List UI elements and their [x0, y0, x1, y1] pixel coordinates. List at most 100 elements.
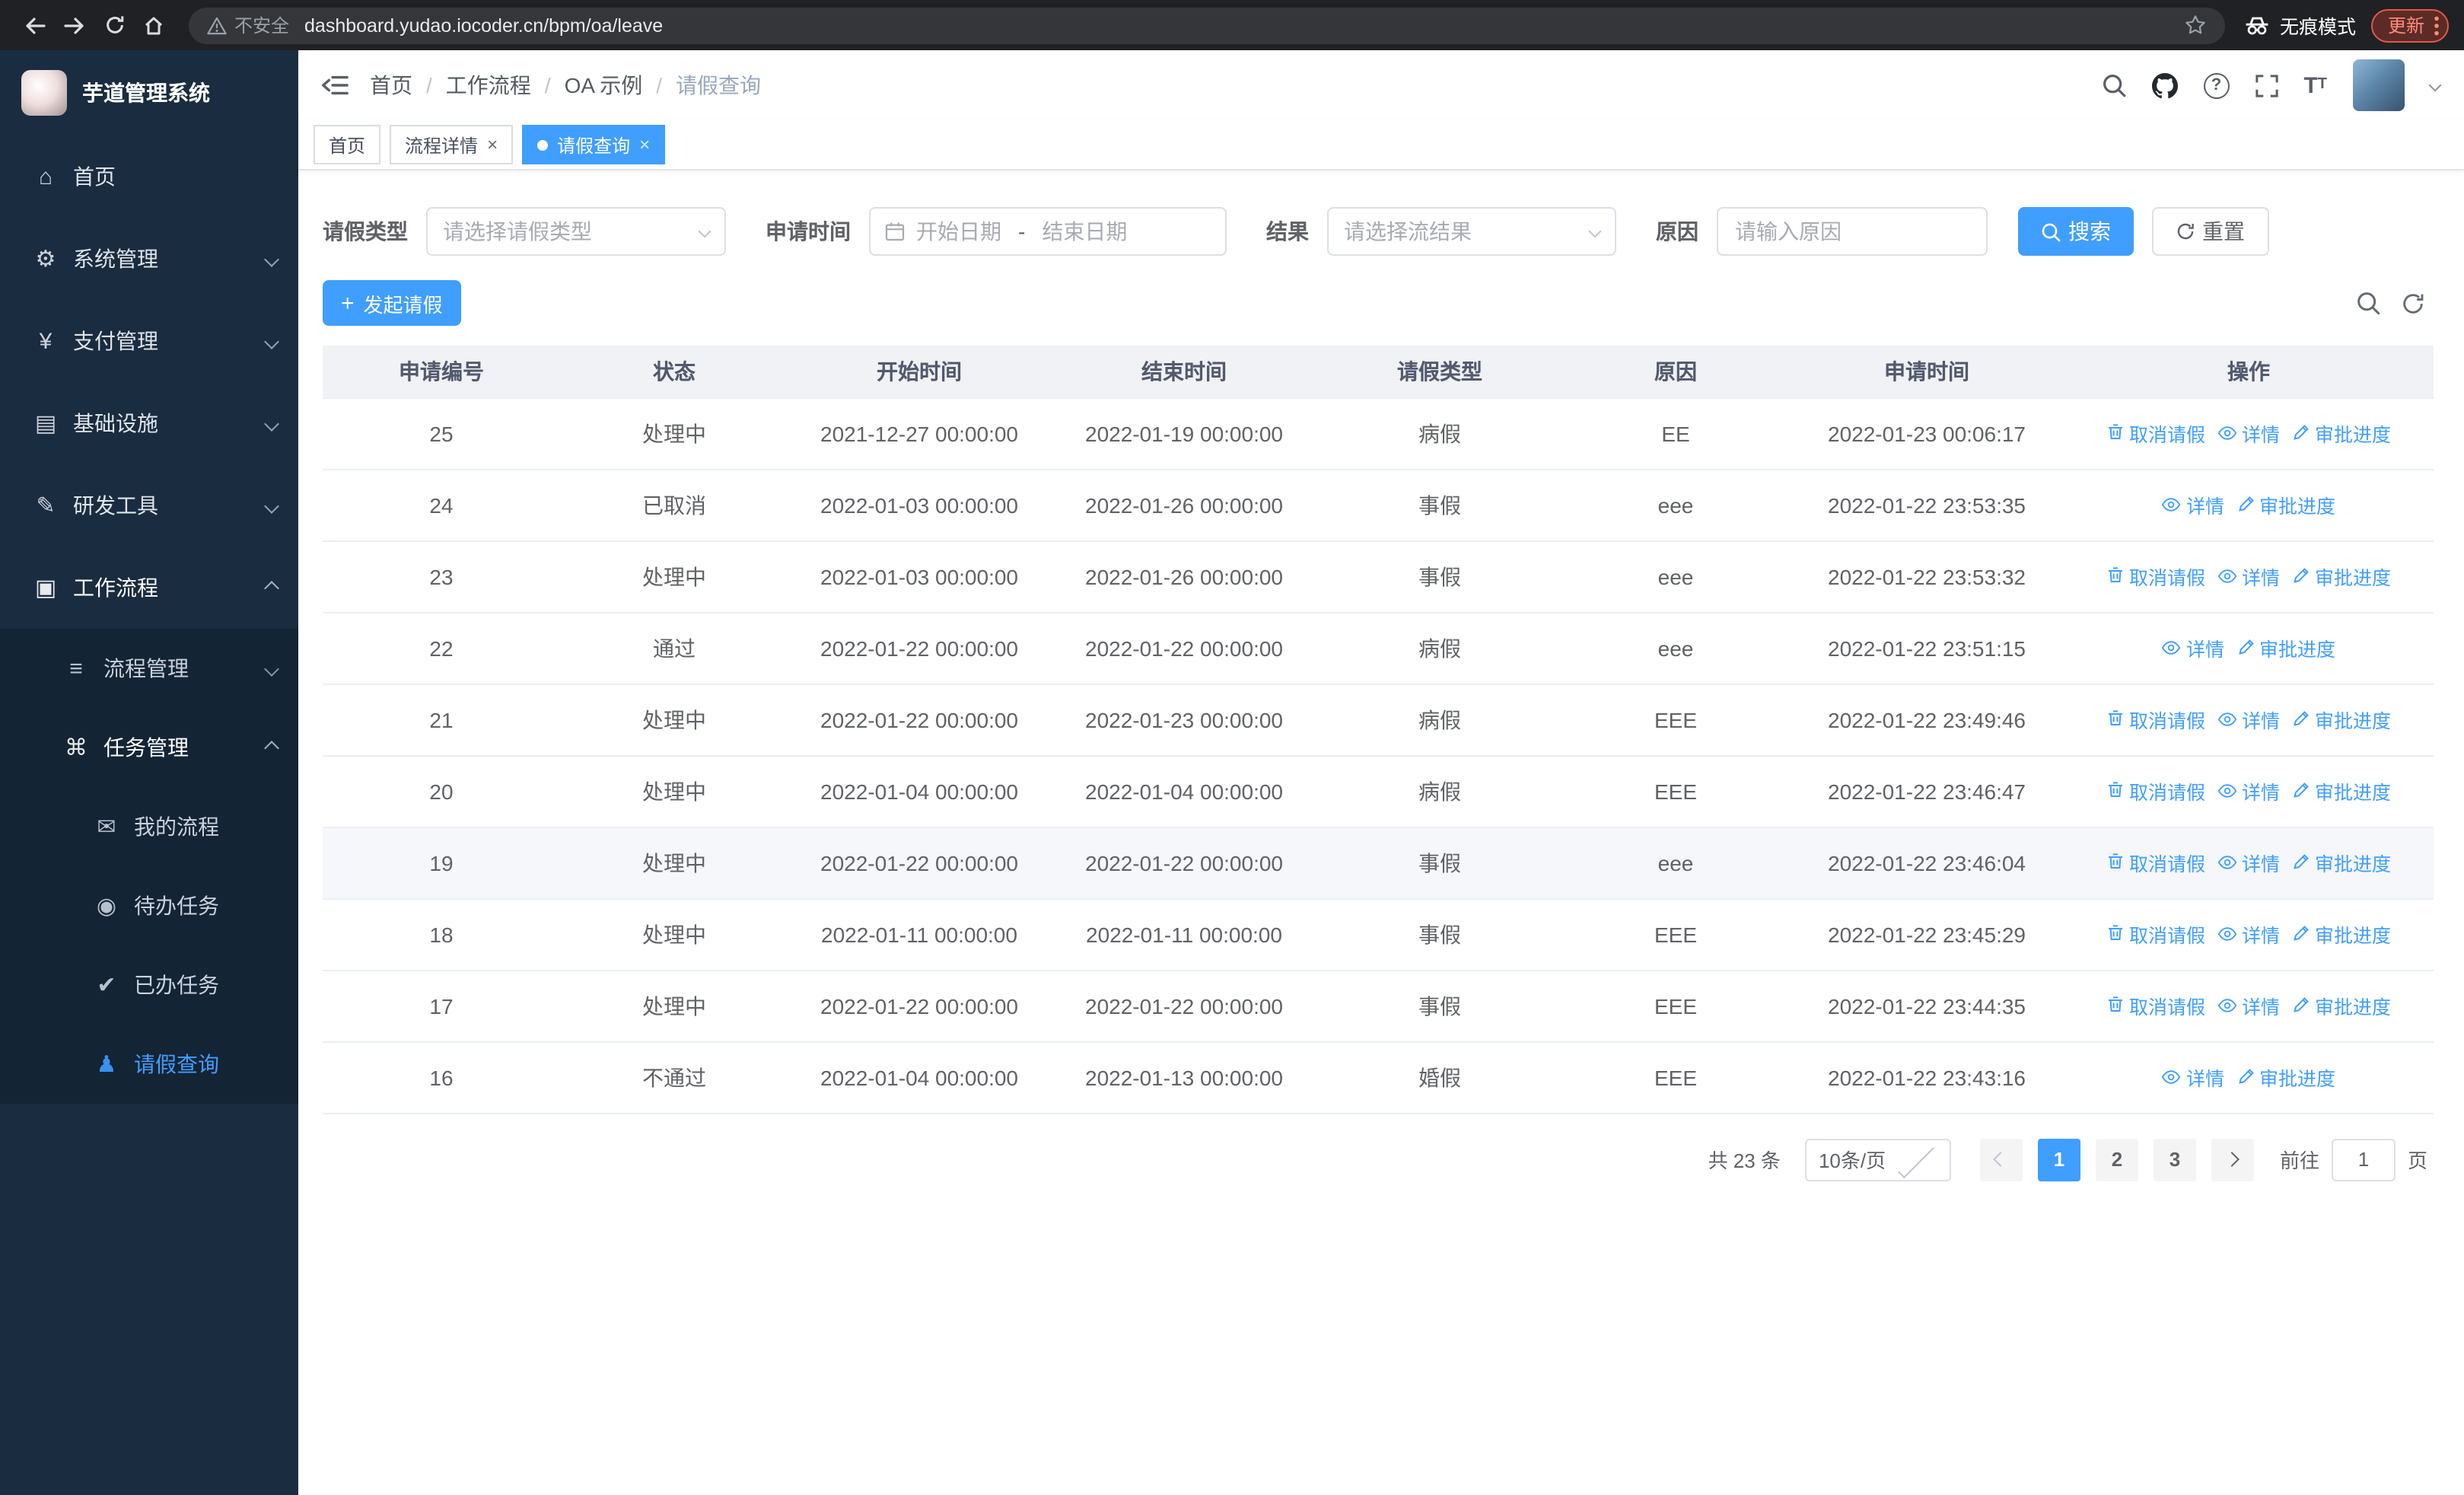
detail-link[interactable]: 详情 [2217, 992, 2280, 1021]
user-menu-caret-icon[interactable] [2428, 78, 2442, 92]
url-text[interactable]: dashboard.yudao.iocoder.cn/bpm/oa/leave [304, 14, 2184, 36]
sidebar-item-done-tasks[interactable]: ✔ 已办任务 [0, 945, 298, 1025]
sidebar-item-my-process[interactable]: ✉ 我的流程 [0, 787, 298, 866]
audit-progress-link[interactable]: 审批进度 [2292, 562, 2391, 591]
audit-progress-link[interactable]: 审批进度 [2292, 776, 2391, 805]
cancel-leave-link[interactable]: 取消请假 [2106, 991, 2205, 1020]
detail-link-label: 详情 [2241, 568, 2280, 590]
breadcrumb-item[interactable]: 首页 [370, 70, 412, 100]
detail-link[interactable]: 详情 [2217, 849, 2280, 878]
cell-actions: 详情 审批进度 [2064, 1041, 2434, 1114]
filter-form: 请假类型 请选择请假类型 申请时间 开始日期 - 结束日期 结果 请选择流结果 … [323, 207, 2434, 256]
detail-link-label: 详情 [2185, 639, 2224, 661]
cell-status: 通过 [560, 612, 788, 684]
sidebar-item-todo-tasks[interactable]: ◉ 待办任务 [0, 866, 298, 945]
toggle-search-icon[interactable] [2356, 291, 2380, 315]
audit-progress-link[interactable]: 审批进度 [2292, 920, 2391, 948]
page-button-3[interactable]: 3 [2153, 1138, 2196, 1181]
cancel-leave-link[interactable]: 取消请假 [2106, 848, 2205, 877]
update-button[interactable]: 更新 [2370, 8, 2449, 42]
tab-请假查询[interactable]: 请假查询 × [522, 125, 666, 164]
audit-progress-link[interactable]: 审批进度 [2292, 705, 2391, 734]
page-size-select[interactable]: 10条/页 [1804, 1138, 1951, 1181]
cancel-leave-link[interactable]: 取消请假 [2106, 920, 2205, 948]
pager-pages: 123 [2030, 1138, 2204, 1181]
page-button-1[interactable]: 1 [2037, 1138, 2080, 1181]
result-select[interactable]: 请选择流结果 [1327, 207, 1616, 256]
bookmark-star-icon[interactable] [2184, 14, 2207, 37]
browser-address-bar[interactable]: 不安全 dashboard.yudao.iocoder.cn/bpm/oa/le… [189, 7, 2225, 43]
browser-menu-icon[interactable] [2434, 14, 2440, 36]
edit-icon [2236, 496, 2255, 514]
chevron-down-icon [264, 416, 279, 431]
chevron-down-icon [698, 225, 712, 238]
edit-icon [2292, 782, 2310, 800]
goto-page-input[interactable] [2331, 1138, 2396, 1181]
reset-button[interactable]: 重置 [2152, 207, 2269, 256]
chevron-down-icon [264, 498, 279, 513]
detail-link[interactable]: 详情 [2217, 706, 2280, 735]
sidebar-item-system[interactable]: ⚙ 系统管理 [0, 218, 298, 300]
audit-progress-link[interactable]: 审批进度 [2292, 419, 2391, 448]
audit-progress-link[interactable]: 审批进度 [2292, 848, 2391, 877]
detail-link[interactable]: 详情 [2217, 419, 2280, 448]
detail-link[interactable]: 详情 [2217, 563, 2280, 591]
sidebar-item-infra[interactable]: ▤ 基础设施 [0, 382, 298, 464]
sidebar-item-task-mgmt[interactable]: ⌘ 任务管理 [0, 708, 298, 787]
browser-home-button[interactable] [134, 5, 173, 45]
audit-progress-link[interactable]: 审批进度 [2236, 1063, 2335, 1092]
tab-首页[interactable]: 首页 [314, 125, 381, 164]
security-chip[interactable]: 不安全 [207, 12, 289, 38]
cancel-leave-link-label: 取消请假 [2128, 710, 2205, 732]
app-logo[interactable]: 芋道管理系统 [0, 50, 298, 135]
page-button-2[interactable]: 2 [2095, 1138, 2138, 1181]
reason-input[interactable] [1717, 207, 1988, 256]
tab-流程详情[interactable]: 流程详情 × [390, 125, 514, 164]
browser-refresh-button[interactable] [94, 5, 134, 45]
detail-link[interactable]: 详情 [2162, 491, 2224, 520]
browser-back-button[interactable] [15, 5, 55, 45]
audit-progress-link[interactable]: 审批进度 [2236, 633, 2335, 662]
tab-close-icon[interactable]: × [487, 135, 498, 154]
search-button[interactable]: 搜索 [2018, 207, 2134, 256]
detail-link[interactable]: 详情 [2217, 777, 2280, 806]
sidebar-item-devtools[interactable]: ✎ 研发工具 [0, 464, 298, 547]
detail-link[interactable]: 详情 [2162, 1063, 2224, 1092]
sidebar-item-leave-query[interactable]: ♟ 请假查询 [0, 1025, 298, 1104]
cell-status: 处理中 [560, 397, 788, 470]
cancel-leave-link[interactable]: 取消请假 [2106, 776, 2205, 805]
refresh-table-icon[interactable] [2402, 292, 2424, 314]
detail-link[interactable]: 详情 [2217, 920, 2280, 949]
user-avatar[interactable] [2353, 59, 2405, 111]
screen: 不安全 dashboard.yudao.iocoder.cn/bpm/oa/le… [0, 0, 2464, 1495]
github-icon[interactable] [2151, 72, 2178, 98]
cancel-leave-link[interactable]: 取消请假 [2106, 705, 2205, 734]
search-icon[interactable] [2101, 73, 2125, 97]
fullscreen-icon[interactable] [2255, 74, 2278, 97]
detail-link[interactable]: 详情 [2162, 634, 2224, 663]
sidebar-collapse-button[interactable] [320, 73, 349, 97]
create-leave-button[interactable]: + 发起请假 [323, 280, 461, 326]
edit-icon [2236, 639, 2255, 657]
table-row: 18 处理中 2022-01-11 00:00:00 2022-01-11 00:00… [323, 898, 2434, 971]
sidebar-item-process-mgmt[interactable]: ≡ 流程管理 [0, 629, 298, 708]
font-size-icon[interactable]: TT [2303, 74, 2327, 97]
tab-close-icon[interactable]: × [639, 135, 650, 154]
audit-progress-link[interactable]: 审批进度 [2292, 991, 2391, 1020]
sidebar-item-workflow[interactable]: ▣ 工作流程 [0, 547, 298, 629]
leave-type-select[interactable]: 请选择请假类型 [426, 207, 726, 256]
browser-forward-button[interactable] [55, 5, 94, 45]
breadcrumb-item[interactable]: 工作流程 [446, 70, 531, 100]
cancel-leave-link[interactable]: 取消请假 [2106, 419, 2205, 448]
gear-icon: ⚙ [35, 247, 56, 273]
breadcrumb-item[interactable]: OA 示例 [565, 70, 643, 100]
cancel-leave-link[interactable]: 取消请假 [2106, 562, 2205, 591]
audit-progress-link[interactable]: 审批进度 [2236, 490, 2335, 519]
breadcrumb-separator: / [544, 73, 551, 97]
next-page-button[interactable] [2211, 1138, 2254, 1181]
prev-page-button[interactable] [1979, 1138, 2023, 1181]
sidebar-item-home[interactable]: ⌂ 首页 [0, 135, 298, 218]
help-icon[interactable]: ? [2203, 72, 2230, 98]
sidebar-item-payment[interactable]: ¥ 支付管理 [0, 300, 298, 382]
apply-time-range-picker[interactable]: 开始日期 - 结束日期 [869, 207, 1227, 256]
